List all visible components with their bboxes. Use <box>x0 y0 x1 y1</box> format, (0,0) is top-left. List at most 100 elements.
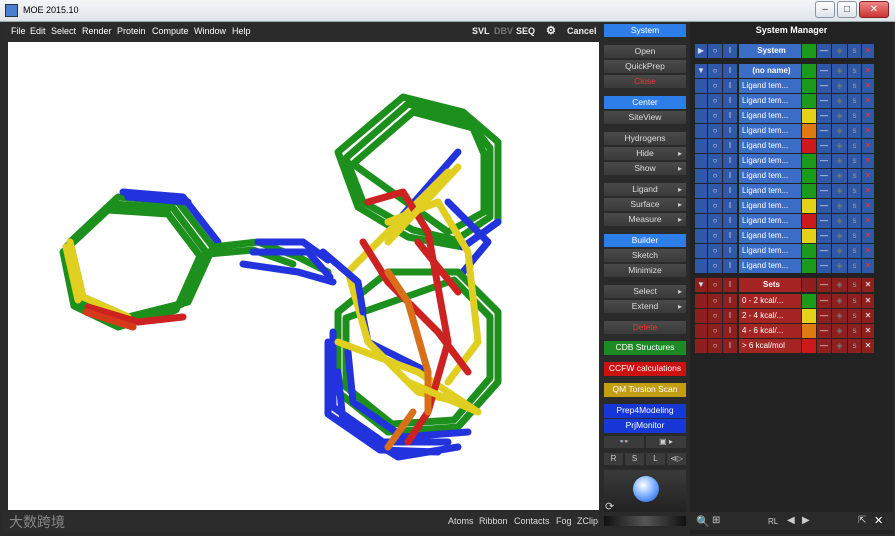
select-toggle[interactable]: s <box>848 244 861 258</box>
quickprep-button[interactable]: QuickPrep <box>604 60 686 73</box>
delete-toggle[interactable]: ✕ <box>862 124 874 138</box>
select-toggle[interactable]: s <box>848 79 861 93</box>
ligand-row[interactable]: ○ I Ligand tem... — ◈ s ✕ <box>695 139 878 153</box>
expand-toggle[interactable] <box>695 324 707 338</box>
color-swatch[interactable] <box>802 259 816 273</box>
label-toggle[interactable]: I <box>723 124 737 138</box>
display-toggle[interactable]: ◈ <box>832 154 847 168</box>
expand-toggle[interactable] <box>695 79 707 93</box>
hide-toggle[interactable]: — <box>817 154 831 168</box>
hide-toggle[interactable]: — <box>817 339 831 353</box>
select-toggle[interactable]: s <box>848 324 861 338</box>
ccfw-calculations-button[interactable]: CCFW calculations <box>604 362 686 376</box>
hide-toggle[interactable]: — <box>817 139 831 153</box>
hide-toggle[interactable]: — <box>817 169 831 183</box>
select-toggle[interactable]: s <box>848 64 861 78</box>
label-toggle[interactable]: I <box>723 109 737 123</box>
color-swatch[interactable] <box>802 184 816 198</box>
refresh-icon[interactable]: ⟳ <box>605 500 614 513</box>
prjmonitor-button[interactable]: PrjMonitor <box>604 419 686 433</box>
display-toggle[interactable]: ◈ <box>832 309 847 323</box>
delete-toggle[interactable]: ✕ <box>862 259 874 273</box>
ligand-row[interactable]: ○ I Ligand tem... — ◈ s ✕ <box>695 184 878 198</box>
hydrogens-button[interactable]: Hydrogens <box>604 132 686 145</box>
noname-row[interactable]: ▼ ○ I (no name) — ◈ s ✕ <box>695 64 878 78</box>
visibility-toggle[interactable]: ○ <box>708 139 722 153</box>
hide-toggle[interactable]: — <box>817 294 831 308</box>
ribbon-button[interactable]: Ribbon <box>479 516 508 526</box>
seq-button[interactable]: SEQ <box>516 26 535 36</box>
visibility-toggle[interactable]: ○ <box>708 184 722 198</box>
display-toggle[interactable]: ◈ <box>832 214 847 228</box>
label-toggle[interactable]: I <box>723 278 737 292</box>
delete-toggle[interactable]: ✕ <box>862 339 874 353</box>
expand-toggle[interactable] <box>695 229 707 243</box>
ligand-row[interactable]: ○ I Ligand tem... — ◈ s ✕ <box>695 214 878 228</box>
menu-help[interactable]: Help <box>232 26 251 36</box>
color-swatch[interactable] <box>802 229 816 243</box>
open-button[interactable]: Open <box>604 45 686 58</box>
menu-compute[interactable]: Compute <box>152 26 189 36</box>
expand-toggle[interactable] <box>695 184 707 198</box>
display-toggle[interactable]: ◈ <box>832 294 847 308</box>
measure-button[interactable]: Measure <box>604 213 686 226</box>
svl-button[interactable]: SVL <box>472 26 490 36</box>
visibility-toggle[interactable]: ○ <box>708 229 722 243</box>
ligand-row[interactable]: ○ I Ligand tem... — ◈ s ✕ <box>695 94 878 108</box>
select-toggle[interactable]: s <box>848 169 861 183</box>
color-swatch[interactable] <box>802 169 816 183</box>
visibility-toggle[interactable]: ○ <box>708 339 722 353</box>
label-toggle[interactable]: I <box>723 169 737 183</box>
label-toggle[interactable]: I <box>723 64 737 78</box>
select-toggle[interactable]: s <box>848 214 861 228</box>
delete-toggle[interactable]: ✕ <box>862 214 874 228</box>
color-swatch[interactable] <box>802 64 816 78</box>
maximize-window-button[interactable]: □ <box>837 1 857 18</box>
display-toggle[interactable]: ◈ <box>832 244 847 258</box>
ligand-row[interactable]: ○ I Ligand tem... — ◈ s ✕ <box>695 124 878 138</box>
tree-icon[interactable]: ⊞ <box>712 515 720 526</box>
color-swatch[interactable] <box>802 124 816 138</box>
expand-toggle[interactable] <box>695 259 707 273</box>
prev-arrow-icon[interactable]: ◀ <box>787 515 795 526</box>
visibility-toggle[interactable]: ○ <box>708 214 722 228</box>
label-toggle[interactable]: I <box>723 154 737 168</box>
expand-toggle[interactable] <box>695 199 707 213</box>
visibility-toggle[interactable]: ○ <box>708 169 722 183</box>
visibility-toggle[interactable]: ○ <box>708 109 722 123</box>
select-toggle[interactable]: s <box>848 124 861 138</box>
minimize-window-button[interactable]: – <box>815 1 835 18</box>
expand-toggle[interactable] <box>695 244 707 258</box>
visibility-toggle[interactable]: ○ <box>708 64 722 78</box>
color-swatch[interactable] <box>802 214 816 228</box>
hide-button[interactable]: Hide <box>604 147 686 160</box>
color-swatch[interactable] <box>802 44 816 58</box>
qm-torsion-scan-button[interactable]: QM Torsion Scan <box>604 383 686 397</box>
cdb-structures-button[interactable]: CDB Structures <box>604 341 686 355</box>
set-row[interactable]: ○ I 0 - 2 kcal/... — ◈ s ✕ <box>695 294 878 308</box>
popout-icon[interactable]: ⇱ <box>858 515 866 526</box>
select-toggle[interactable]: s <box>848 294 861 308</box>
label-toggle[interactable]: I <box>723 259 737 273</box>
display-icon[interactable]: ▣ ▸ <box>646 436 686 448</box>
display-toggle[interactable]: ◈ <box>832 169 847 183</box>
visibility-toggle[interactable]: ○ <box>708 309 722 323</box>
select-toggle[interactable]: s <box>848 109 861 123</box>
hide-toggle[interactable]: — <box>817 244 831 258</box>
show-button[interactable]: Show <box>604 162 686 175</box>
delete-toggle[interactable]: ✕ <box>862 79 874 93</box>
select-toggle[interactable]: s <box>848 339 861 353</box>
color-swatch[interactable] <box>802 199 816 213</box>
expand-toggle[interactable]: ▼ <box>695 278 707 292</box>
select-toggle[interactable]: s <box>848 199 861 213</box>
system-dropdown[interactable]: System <box>604 24 686 37</box>
ligand-row[interactable]: ○ I Ligand tem... — ◈ s ✕ <box>695 109 878 123</box>
display-toggle[interactable]: ◈ <box>832 278 847 292</box>
visibility-toggle[interactable]: ○ <box>708 294 722 308</box>
display-toggle[interactable]: ◈ <box>832 94 847 108</box>
rotate-ball-icon[interactable] <box>633 476 659 502</box>
expand-toggle[interactable] <box>695 169 707 183</box>
dbv-button[interactable]: DBV <box>494 26 513 36</box>
color-swatch[interactable] <box>802 94 816 108</box>
prep4modeling-button[interactable]: Prep4Modeling <box>604 404 686 418</box>
